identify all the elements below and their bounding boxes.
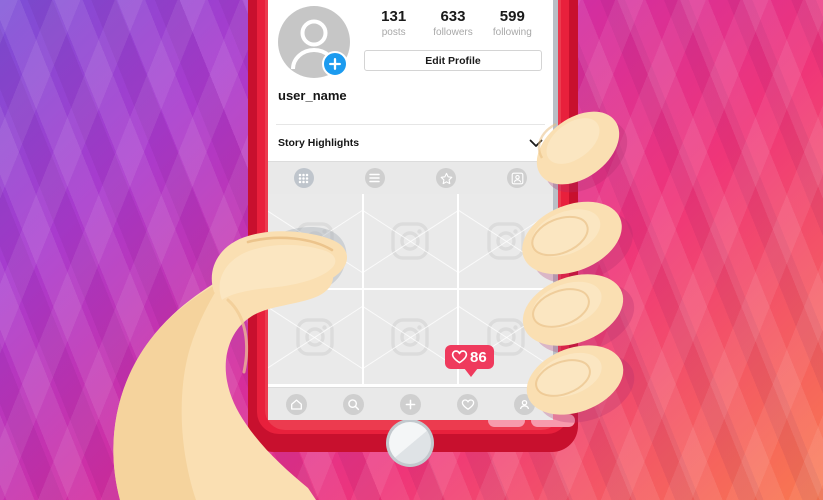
plus-icon [400, 393, 421, 415]
heart-outline-icon [451, 350, 468, 364]
profile-tabs [268, 161, 553, 194]
like-notification-box: 86 [445, 345, 494, 369]
home-button-inner [389, 422, 431, 464]
profile-stats: 131 posts 633 followers 599 following [364, 8, 542, 39]
stat-posts-value: 131 [381, 8, 407, 25]
stat-posts-label: posts [381, 27, 406, 38]
photo-placeholder-icon [296, 222, 334, 260]
photo-grid [268, 194, 553, 384]
phone-screen: 131 posts 633 followers 599 following Ed… [268, 0, 553, 420]
grid-cell[interactable] [268, 194, 362, 288]
like-count: 86 [470, 348, 487, 366]
bottom-navigation [268, 387, 553, 420]
grid-cell[interactable] [363, 194, 458, 288]
grid-cell[interactable] [363, 290, 458, 384]
heart-icon [457, 393, 478, 415]
tagged-person-icon [507, 168, 528, 188]
like-notification-badge[interactable]: 86 [445, 345, 494, 377]
nav-home[interactable] [268, 393, 325, 415]
star-icon [436, 168, 457, 188]
story-highlights-row[interactable]: Story Highlights [268, 125, 553, 161]
grid-icon [293, 168, 314, 188]
search-icon [343, 393, 364, 415]
stat-posts[interactable]: 131 posts [364, 8, 423, 39]
grid-cell[interactable] [268, 290, 362, 384]
stat-following-value: 599 [499, 8, 525, 25]
grid-cell[interactable] [459, 194, 553, 288]
add-story-button[interactable] [322, 51, 348, 77]
nav-profile[interactable] [496, 393, 553, 415]
home-button[interactable] [386, 419, 434, 467]
list-icon [364, 168, 385, 188]
edit-profile-button[interactable]: Edit Profile [364, 50, 542, 71]
plus-icon [329, 58, 341, 70]
nav-activity[interactable] [439, 393, 496, 415]
chevron-down-icon[interactable] [529, 139, 543, 148]
tab-grid[interactable] [268, 168, 339, 188]
tab-favorites[interactable] [411, 168, 482, 188]
stat-followers-label: followers [433, 27, 473, 38]
stat-following-label: following [492, 27, 532, 38]
stat-followers[interactable]: 633 followers [423, 8, 482, 39]
photo-placeholder-icon [487, 222, 525, 260]
profile-person-icon [514, 393, 535, 415]
username: user_name [278, 88, 347, 103]
home-icon [286, 393, 307, 415]
like-badge-tail [464, 368, 478, 377]
stat-followers-value: 633 [440, 8, 466, 25]
tab-tagged[interactable] [482, 168, 553, 188]
story-highlights-label: Story Highlights [278, 137, 360, 149]
profile-header: 131 posts 633 followers 599 following Ed… [268, 0, 553, 124]
photo-placeholder-icon [296, 318, 334, 356]
stat-following[interactable]: 599 following [483, 8, 542, 39]
nav-search[interactable] [325, 393, 382, 415]
photo-placeholder-icon [391, 222, 430, 260]
scene: 131 posts 633 followers 599 following Ed… [0, 0, 823, 500]
photo-placeholder-icon [391, 318, 430, 356]
nav-add-post[interactable] [382, 393, 439, 415]
tab-list[interactable] [339, 168, 410, 188]
